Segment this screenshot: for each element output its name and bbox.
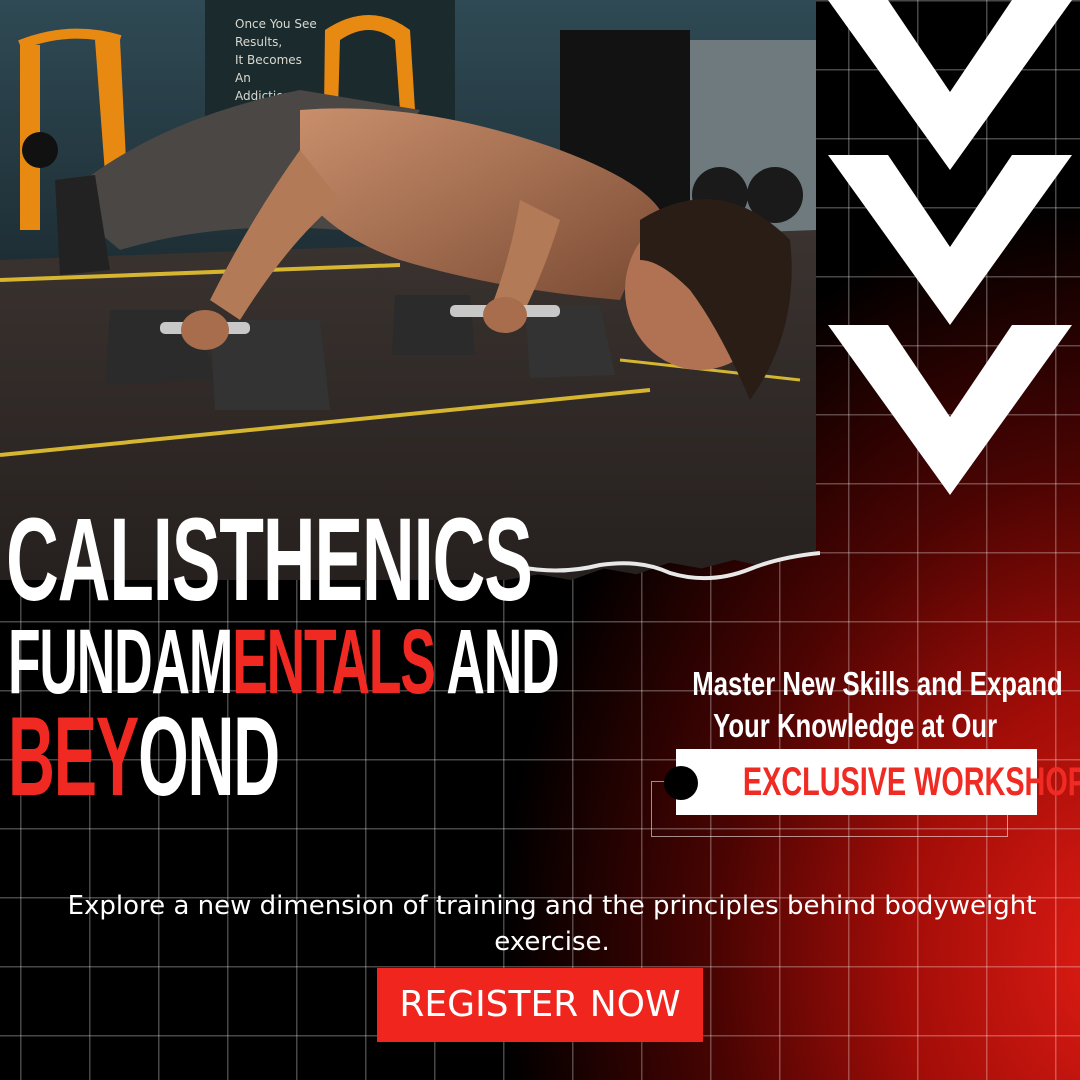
headline-line3: BEYOND bbox=[8, 692, 280, 821]
badge-label-text: EXCLUSIVE WORKSHOP bbox=[742, 760, 1080, 804]
chevron-down-icon bbox=[828, 0, 1072, 495]
chalkboard-text: It Becomes bbox=[235, 53, 302, 67]
tagline-line2: Your Knowledge at Our bbox=[712, 707, 998, 744]
tagline-line1: Master New Skills and Expand bbox=[692, 665, 1063, 702]
register-now-button[interactable]: REGISTER NOW bbox=[377, 968, 703, 1042]
torn-paper-edge bbox=[520, 551, 820, 581]
chalkboard-text: An bbox=[235, 71, 251, 85]
tagline: Master New Skills and Expand Your Knowle… bbox=[640, 663, 1070, 747]
workshop-badge-label: EXCLUSIVE WORKSHOP bbox=[676, 749, 1080, 815]
headline-ond: OND bbox=[138, 694, 280, 819]
headline-and: AND bbox=[434, 611, 559, 713]
description: Explore a new dimension of training and … bbox=[67, 891, 1037, 957]
chalkboard-text: Results, bbox=[235, 35, 282, 49]
chalkboard-text: Once You See bbox=[235, 17, 317, 31]
headline-line1: CALISTHENICS bbox=[6, 494, 533, 626]
workshop-poster: Once You See Results, It Becomes An Addi… bbox=[0, 0, 1080, 1080]
headline-bey: BEY bbox=[8, 694, 139, 819]
